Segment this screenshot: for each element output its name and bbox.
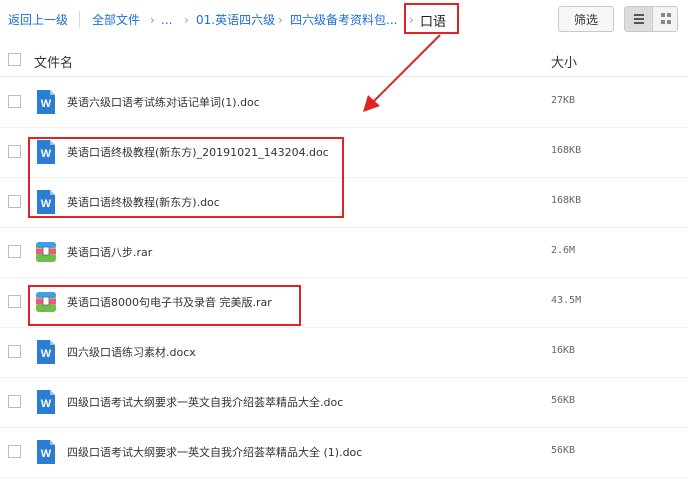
highlight-box-2 xyxy=(28,285,301,326)
breadcrumb-current: 口语 xyxy=(420,15,447,30)
row-checkbox[interactable] xyxy=(8,395,21,408)
select-all-checkbox[interactable] xyxy=(8,53,21,66)
file-name[interactable]: 四六级口语练习素材.docx xyxy=(67,344,196,360)
file-size: 2.6M xyxy=(551,245,576,256)
file-name[interactable]: 英语六级口语考试练对话记单词(1).doc xyxy=(67,94,260,110)
file-size: 27KB xyxy=(551,95,576,106)
svg-text:W: W xyxy=(41,98,52,110)
column-header-name[interactable]: 文件名 xyxy=(34,52,73,71)
back-link[interactable]: 返回上一级 xyxy=(8,12,68,28)
file-size: 56KB xyxy=(551,445,576,456)
file-name[interactable]: 英语口语八步.rar xyxy=(67,244,152,260)
divider xyxy=(79,11,80,27)
grid-icon xyxy=(661,13,671,24)
svg-text:W: W xyxy=(41,448,52,460)
chevron-right-icon: › xyxy=(278,13,283,27)
svg-text:W: W xyxy=(41,398,52,410)
file-name[interactable]: 四级口语考试大纲要求一英文自我介绍荟萃精品大全 (1).doc xyxy=(67,444,362,460)
chevron-right-icon: › xyxy=(184,13,189,27)
row-checkbox[interactable] xyxy=(8,345,21,358)
highlight-box-1 xyxy=(28,137,344,218)
row-checkbox[interactable] xyxy=(8,195,21,208)
row-checkbox[interactable] xyxy=(8,245,21,258)
word-doc-icon: W xyxy=(37,90,55,114)
row-checkbox[interactable] xyxy=(8,145,21,158)
rar-archive-icon xyxy=(36,242,56,262)
row-checkbox[interactable] xyxy=(8,95,21,108)
list-icon xyxy=(633,14,644,24)
column-header-size[interactable]: 大小 xyxy=(551,52,577,71)
word-doc-icon: W xyxy=(37,340,55,364)
file-size: 43.5M xyxy=(551,295,582,306)
breadcrumb-all-files[interactable]: 全部文件 xyxy=(92,12,140,28)
chevron-right-icon: › xyxy=(150,13,155,27)
list-view-button[interactable] xyxy=(625,7,652,31)
file-size: 56KB xyxy=(551,395,576,406)
table-row[interactable]: W 四级口语考试大纲要求一英文自我介绍荟萃精品大全.doc 56KB xyxy=(0,377,688,428)
top-bar: 返回上一级 全部文件 › ... › 01.英语四六级 › 四六级备考资料包..… xyxy=(0,0,688,40)
row-checkbox[interactable] xyxy=(8,445,21,458)
file-size: 168KB xyxy=(551,145,582,156)
word-doc-icon: W xyxy=(37,440,55,464)
table-row[interactable]: W 四六级口语练习素材.docx 16KB xyxy=(0,327,688,378)
file-name[interactable]: 四级口语考试大纲要求一英文自我介绍荟萃精品大全.doc xyxy=(67,394,343,410)
table-row[interactable]: 英语口语八步.rar 2.6M xyxy=(0,227,688,278)
table-row[interactable]: W 英语六级口语考试练对话记单词(1).doc 27KB xyxy=(0,77,688,128)
file-size: 168KB xyxy=(551,195,582,206)
grid-view-button[interactable] xyxy=(652,7,677,31)
breadcrumb-level2[interactable]: 四六级备考资料包... xyxy=(290,12,397,28)
row-checkbox[interactable] xyxy=(8,295,21,308)
view-toggle xyxy=(624,6,678,32)
filter-button[interactable]: 筛选 xyxy=(558,6,614,32)
breadcrumb-ellipsis[interactable]: ... xyxy=(161,12,172,28)
file-size: 16KB xyxy=(551,345,576,356)
table-row[interactable]: W 四级口语考试大纲要求一英文自我介绍荟萃精品大全 (1).doc 56KB xyxy=(0,427,688,478)
table-header: 文件名 大小 xyxy=(0,44,688,77)
breadcrumb-level1[interactable]: 01.英语四六级 xyxy=(196,12,275,28)
word-doc-icon: W xyxy=(37,390,55,414)
svg-text:W: W xyxy=(41,348,52,360)
